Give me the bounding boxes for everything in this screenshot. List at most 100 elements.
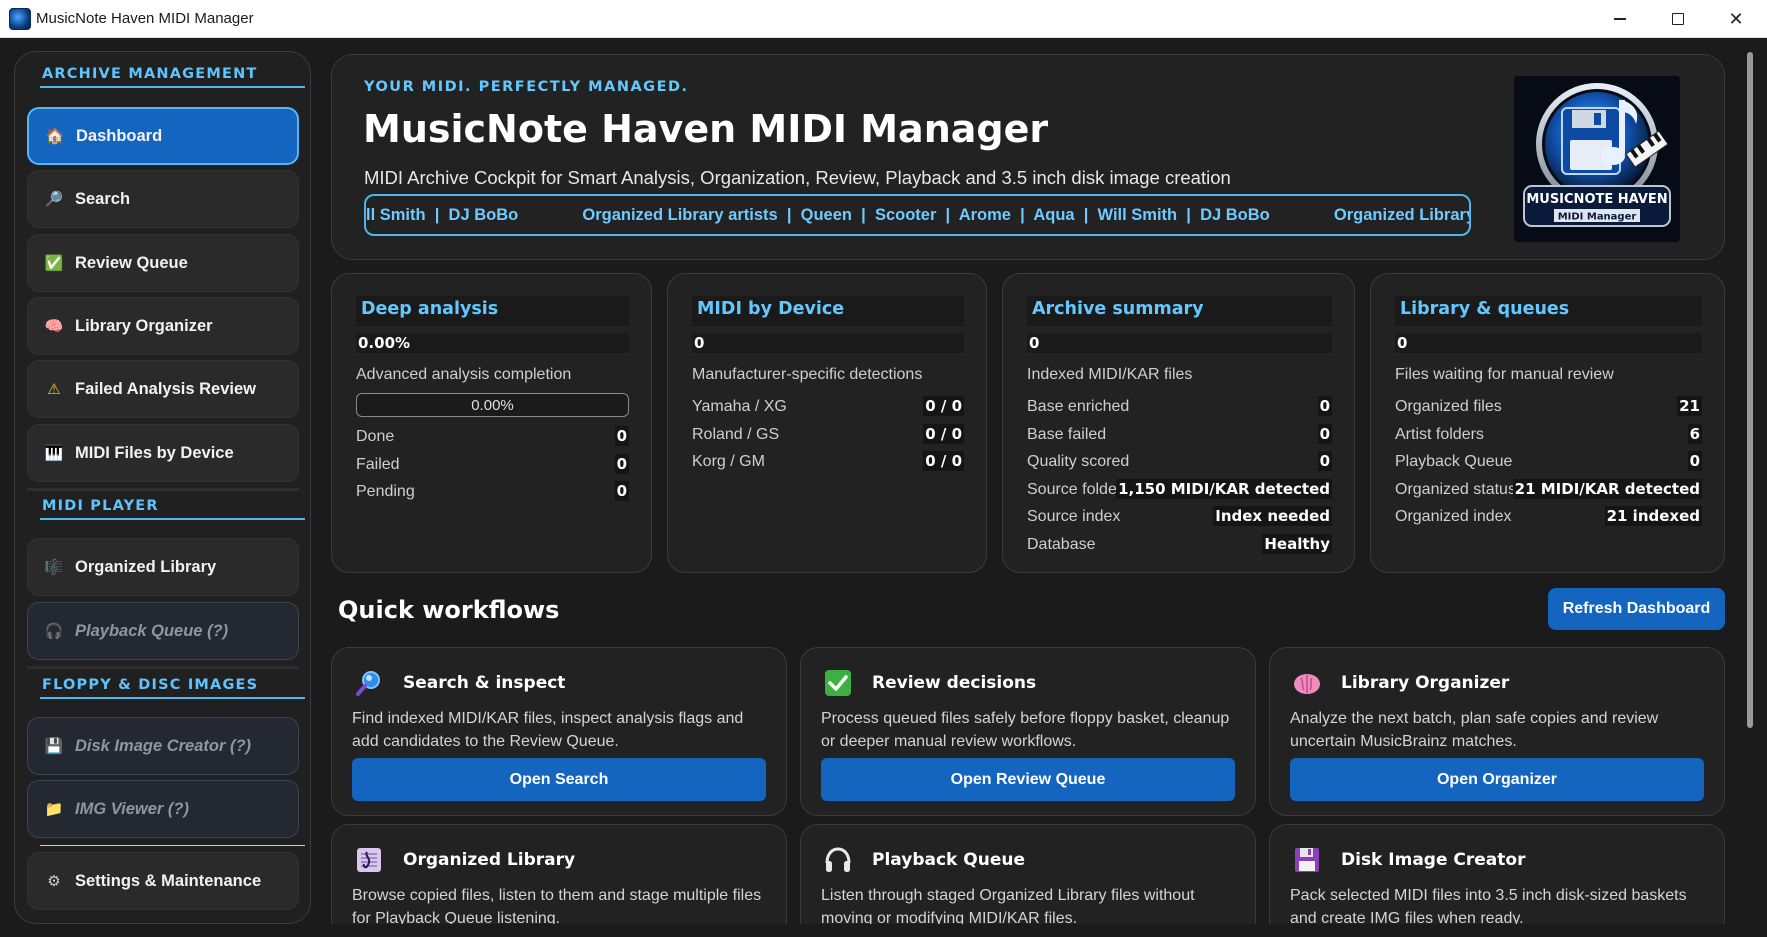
window-titlebar: MusicNote Haven MIDI Manager ✕ (0, 0, 1767, 38)
sidebar-item-disk-image-creator[interactable]: 💾 Disk Image Creator (?) (27, 717, 299, 775)
stat-row-base-enriched: Base enriched 0 (1027, 394, 1332, 422)
row-value: 0 (614, 426, 629, 446)
row-label: Organized files (1395, 398, 1502, 415)
card-header: Deep analysis (356, 296, 629, 326)
row-label: Artist folders (1395, 425, 1484, 443)
stat-row-base-failed: Base failed 0 (1027, 422, 1332, 450)
stat-row-quality-scored: Quality scored 0 (1027, 449, 1332, 477)
card-value-text: 0 (694, 334, 705, 352)
sidebar-item-label: Playback Queue (?) (75, 621, 229, 640)
workflow-card-organized-library: Organized Library Browse copied files, l… (331, 824, 787, 937)
sidebar-item-label: Failed Analysis Review (75, 379, 256, 398)
minimize-button[interactable] (1591, 0, 1649, 38)
row-label: Failed (356, 455, 400, 473)
workflow-description: Process queued files safely before flopp… (821, 710, 1230, 750)
row-value: 0 (614, 453, 629, 474)
magnifier-icon (354, 668, 384, 698)
stat-rows: Done 0 Failed 0 Pending 0 (356, 424, 629, 507)
row-value: 1,150 MIDI/KAR detected (1116, 478, 1332, 499)
sidebar-item-label: Library Organizer (75, 316, 213, 335)
row-value: 21 (1677, 396, 1702, 416)
card-value: 0 (692, 333, 964, 353)
stat-row-artist-folders: Artist folders 6 (1395, 422, 1702, 450)
page-title: MusicNote Haven MIDI Manager (363, 107, 1049, 151)
sidebar-item-midi-files-by-device[interactable]: 🎹 MIDI Files by Device (27, 424, 299, 482)
brain-icon (1292, 668, 1322, 698)
sidebar-item-settings-maintenance[interactable]: ⚙ Settings & Maintenance (27, 852, 299, 910)
open-review-queue-button[interactable]: Open Review Queue (821, 758, 1235, 801)
sidebar-item-label: Organized Library (75, 557, 217, 576)
stat-row-organized-status: Organized status 21 MIDI/KAR detected (1395, 477, 1702, 505)
close-button[interactable]: ✕ (1707, 0, 1765, 38)
stat-rows: Base enriched 0 Base failed 0 Quality scor… (1027, 394, 1332, 559)
floppy-icon: 💾 (44, 738, 64, 755)
card-title: Deep analysis (361, 299, 499, 319)
sidebar-separator (40, 845, 305, 846)
stat-row-yamaha: Yamaha / XG 0 / 0 (692, 394, 964, 422)
stat-row-organized-index: Organized index 21 indexed (1395, 504, 1702, 532)
sidebar-item-search[interactable]: 🔎 Search (27, 170, 299, 228)
sidebar-section-floppy-disc-images: FLOPPY & DISC IMAGES (42, 677, 259, 693)
music-sheet-icon (354, 845, 384, 875)
row-label: Base enriched (1027, 398, 1130, 415)
sidebar-item-failed-analysis-review[interactable]: ⚠ Failed Analysis Review (27, 360, 299, 418)
workflow-card-organizer: Library Organizer Analyze the next batch… (1269, 647, 1725, 816)
gear-icon: ⚙ (47, 873, 61, 890)
warning-icon: ⚠ (47, 381, 61, 398)
workflow-card-playback-queue: Playback Queue Listen through staged Org… (800, 824, 1256, 937)
sidebar-item-dashboard[interactable]: 🏠 Dashboard (27, 107, 299, 165)
card-value: 0.00% (356, 333, 629, 353)
card-header: MIDI by Device (692, 296, 964, 326)
header-card: YOUR MIDI. PERFECTLY MANAGED. MusicNote … (331, 54, 1725, 260)
deep-analysis-card: Deep analysis 0.00% Advanced analysis co… (331, 273, 652, 573)
sidebar-item-organized-library[interactable]: 🎼 Organized Library (27, 538, 299, 596)
checkmark-icon (823, 668, 853, 698)
stat-row-failed: Failed 0 (356, 452, 629, 480)
row-value: 0 (1317, 451, 1332, 471)
open-organizer-button[interactable]: Open Organizer (1290, 758, 1704, 801)
sidebar-item-label: Review Queue (75, 253, 188, 272)
workflow-title: Review decisions (872, 673, 1037, 693)
sidebar-item-label: Disk Image Creator (?) (75, 736, 252, 755)
headphones-icon (823, 845, 853, 875)
sidebar-item-review-queue[interactable]: ✅ Review Queue (27, 234, 299, 292)
card-caption: Files waiting for manual review (1395, 366, 1614, 383)
row-value: Healthy (1262, 533, 1332, 554)
window-title: MusicNote Haven MIDI Manager (36, 10, 254, 27)
card-title: Library & queues (1400, 299, 1570, 319)
open-search-button[interactable]: Open Search (352, 758, 766, 801)
main-scrollbar[interactable] (1745, 52, 1755, 922)
sidebar-separator (27, 488, 299, 491)
logo-line2: MIDI Manager (1558, 212, 1637, 223)
row-label: Base failed (1027, 425, 1107, 443)
logo-graphic: MUSICNOTE HAVEN MIDI Manager (1514, 76, 1680, 242)
workflow-card-disk-image-creator: Disk Image Creator Pack selected MIDI fi… (1269, 824, 1725, 937)
archive-summary-card: Archive summary 0 Indexed MIDI/KAR files… (1002, 273, 1355, 573)
card-value-text: 0 (1029, 334, 1040, 352)
card-value-text: 0.00% (358, 334, 411, 352)
workflow-title: Playback Queue (872, 850, 1025, 870)
stat-row-organized-files: Organized files 21 (1395, 394, 1702, 422)
sidebar-item-library-organizer[interactable]: 🧠 Library Organizer (27, 297, 299, 355)
sidebar-section-midi-player: MIDI PLAYER (42, 498, 159, 514)
refresh-dashboard-button[interactable]: Refresh Dashboard (1548, 588, 1725, 630)
row-value: 0 / 0 (923, 423, 964, 444)
maximize-button[interactable] (1649, 0, 1707, 38)
minimize-icon (1614, 18, 1626, 20)
workflow-title: Library Organizer (1341, 673, 1510, 693)
row-value: 6 (1687, 423, 1702, 444)
sidebar: ARCHIVE MANAGEMENT 🏠 Dashboard 🔎 Search … (14, 51, 311, 924)
scrollbar-thumb[interactable] (1747, 52, 1753, 728)
card-value-text: 0 (1397, 334, 1408, 352)
analysis-progress-bar: 0.00% (356, 393, 629, 417)
row-label: Quality scored (1027, 453, 1130, 470)
sidebar-item-img-viewer[interactable]: 📁 IMG Viewer (?) (27, 780, 299, 838)
floppy-icon (1292, 845, 1322, 875)
workflow-title: Search & inspect (403, 673, 566, 693)
sidebar-item-playback-queue[interactable]: 🎧 Playback Queue (?) (27, 602, 299, 660)
card-value: 0 (1027, 333, 1332, 353)
midi-by-device-card: MIDI by Device 0 Manufacturer-specific d… (667, 273, 987, 573)
stat-row-korg: Korg / GM 0 / 0 (692, 449, 964, 477)
tagline: YOUR MIDI. PERFECTLY MANAGED. (364, 79, 689, 95)
row-label: Korg / GM (692, 453, 765, 470)
